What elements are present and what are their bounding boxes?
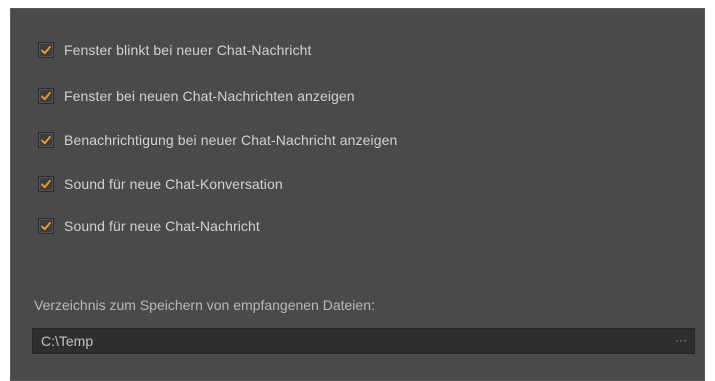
settings-panel: Fenster blinkt bei neuer Chat-Nachricht … (10, 8, 705, 381)
checkmark-icon (41, 45, 51, 55)
checkbox-box[interactable] (38, 42, 54, 58)
download-dir-value[interactable]: C:\Temp (41, 333, 93, 349)
checkbox-label: Fenster bei neuen Chat-Nachrichten anzei… (64, 88, 355, 104)
checkbox-sound-conversation[interactable]: Sound für neue Chat-Konversation (38, 173, 283, 195)
download-dir-field[interactable]: C:\Temp ··· (32, 328, 695, 354)
checkbox-label: Benachrichtigung bei neuer Chat-Nachrich… (64, 132, 398, 148)
checkmark-icon (41, 135, 51, 145)
checkmark-icon (41, 221, 51, 231)
checkbox-show-notification[interactable]: Benachrichtigung bei neuer Chat-Nachrich… (38, 129, 397, 151)
checkbox-show-window[interactable]: Fenster bei neuen Chat-Nachrichten anzei… (38, 85, 355, 107)
checkbox-label: Fenster blinkt bei neuer Chat-Nachricht (64, 42, 312, 58)
checkbox-box[interactable] (38, 132, 54, 148)
checkbox-box[interactable] (38, 176, 54, 192)
checkmark-icon (41, 179, 51, 189)
checkbox-label: Sound für neue Chat-Konversation (64, 176, 283, 192)
download-dir-label: Verzeichnis zum Speichern von empfangene… (34, 297, 375, 313)
checkbox-box[interactable] (38, 88, 54, 104)
checkbox-box[interactable] (38, 218, 54, 234)
checkmark-icon (41, 91, 51, 101)
checkbox-window-blink[interactable]: Fenster blinkt bei neuer Chat-Nachricht (38, 39, 311, 61)
checkbox-label: Sound für neue Chat-Nachricht (64, 218, 260, 234)
checkbox-sound-message[interactable]: Sound für neue Chat-Nachricht (38, 215, 260, 237)
browse-button[interactable]: ··· (675, 334, 687, 348)
